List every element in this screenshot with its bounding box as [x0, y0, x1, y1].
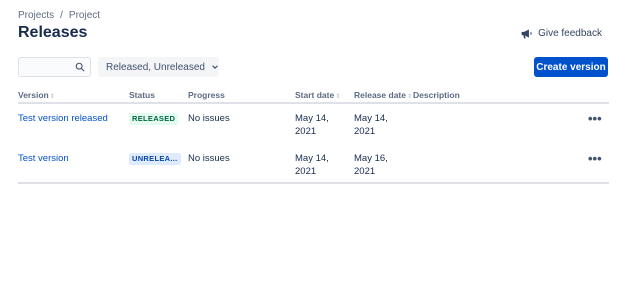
- chevron-down-icon: [212, 65, 218, 70]
- breadcrumb-projects[interactable]: Projects: [18, 10, 54, 21]
- table-header: Version⇕ Status Progress Start date⇕ Rel…: [18, 90, 609, 102]
- column-header-version[interactable]: Version⇕: [18, 90, 55, 100]
- release-date-cell: May 16, 2021: [354, 152, 388, 178]
- megaphone-icon: [521, 29, 532, 39]
- column-header-description: Description: [413, 90, 460, 100]
- status-filter-label: Released, Unreleased: [106, 61, 205, 73]
- start-date-line1: May 14,: [295, 113, 329, 124]
- status-badge: UNRELEA...: [129, 153, 181, 165]
- column-header-status: Status: [129, 90, 155, 100]
- status-cell: RELEASED: [129, 112, 179, 125]
- table-bottom-divider: [18, 182, 609, 184]
- status-cell: UNRELEA...: [129, 152, 181, 165]
- release-date-cell: May 14, 2021: [354, 112, 388, 138]
- column-header-release-date[interactable]: Release date⇕: [354, 90, 412, 100]
- start-date-cell: May 14, 2021: [295, 112, 329, 138]
- more-actions-button[interactable]: •••: [588, 152, 602, 165]
- header-divider: [18, 102, 609, 104]
- breadcrumb: Projects / Project: [18, 10, 100, 21]
- start-date-line1: May 14,: [295, 153, 329, 164]
- sort-icon: ⇕: [49, 94, 55, 100]
- search-input[interactable]: [18, 57, 91, 77]
- version-link[interactable]: Test version released: [18, 112, 108, 125]
- give-feedback-button[interactable]: Give feedback: [520, 27, 602, 40]
- column-header-progress: Progress: [188, 90, 225, 100]
- breadcrumb-project[interactable]: Project: [69, 10, 100, 21]
- breadcrumb-separator: /: [60, 10, 63, 21]
- release-date-line1: May 14,: [354, 113, 388, 124]
- start-date-cell: May 14, 2021: [295, 152, 329, 178]
- start-date-line2: 2021: [295, 126, 317, 137]
- column-header-start-date[interactable]: Start date⇕: [295, 90, 340, 100]
- search-icon: [75, 62, 85, 72]
- sort-icon: ⇕: [335, 94, 341, 100]
- page-title: Releases: [18, 24, 88, 41]
- progress-cell: No issues: [188, 153, 230, 164]
- create-version-button[interactable]: Create version: [534, 57, 608, 77]
- status-badge: RELEASED: [129, 113, 179, 125]
- status-filter-dropdown[interactable]: Released, Unreleased: [98, 57, 219, 77]
- release-date-line2: 2021: [354, 126, 376, 137]
- sort-icon: ⇕: [406, 94, 413, 100]
- release-date-line1: May 16,: [354, 153, 388, 164]
- more-actions-button[interactable]: •••: [588, 112, 602, 125]
- version-link[interactable]: Test version: [18, 152, 69, 165]
- release-date-line2: 2021: [354, 166, 376, 177]
- progress-cell: No issues: [188, 113, 230, 124]
- give-feedback-label: Give feedback: [538, 28, 602, 39]
- start-date-line2: 2021: [295, 166, 317, 177]
